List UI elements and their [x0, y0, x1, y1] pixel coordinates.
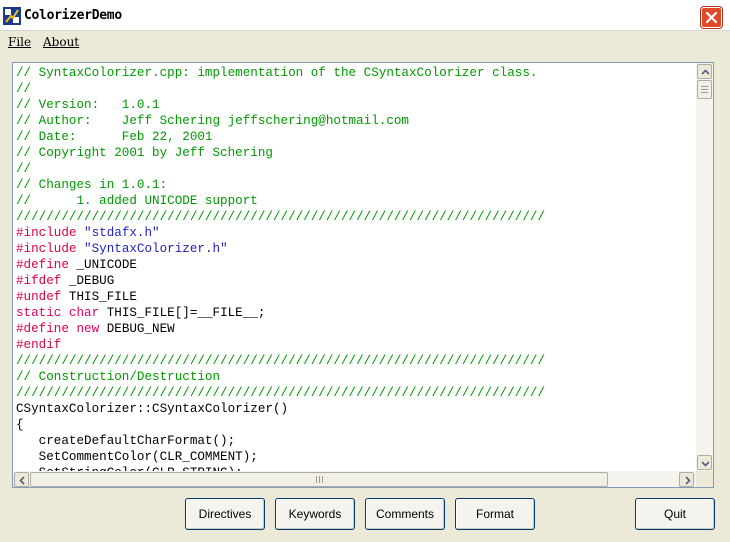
menu-about[interactable]: About [43, 35, 79, 49]
code-token-comment: ////////////////////////////////////////… [16, 354, 546, 368]
code-token-comment: ////////////////////////////////////////… [16, 210, 546, 224]
code-token-directive: #include [16, 242, 85, 256]
vertical-scroll-thumb[interactable] [697, 80, 712, 99]
code-line: // Version: 1.0.1 [16, 97, 696, 113]
code-line: CSyntaxColorizer::CSyntaxColorizer() [16, 401, 696, 417]
code-line: ////////////////////////////////////////… [16, 353, 696, 369]
scroll-up-button[interactable] [697, 64, 712, 79]
code-line: static char THIS_FILE[]=__FILE__; [16, 305, 696, 321]
code-line: #include "stdafx.h" [16, 225, 696, 241]
title-bar[interactable]: ColorizerDemo [0, 0, 730, 31]
code-token-normal: _UNICODE [76, 258, 137, 272]
menu-file[interactable]: File [8, 35, 31, 49]
code-token-comment: // Construction/Destruction [16, 370, 221, 384]
code-line: // Changes in 1.0.1: [16, 177, 696, 193]
code-token-normal: DEBUG_NEW [106, 322, 175, 336]
code-token-comment: // 1. added UNICODE support [16, 194, 258, 208]
arrow-down-icon [701, 461, 710, 467]
arrow-left-icon [19, 476, 25, 485]
code-token-directive: #ifdef [16, 274, 69, 288]
code-token-comment: // [16, 162, 32, 176]
horizontal-scroll-thumb[interactable] [30, 472, 608, 487]
code-line: // [16, 81, 696, 97]
code-token-comment: // SyntaxColorizer.cpp: implementation o… [16, 66, 538, 80]
code-token-directive: #undef [16, 290, 69, 304]
code-line: #ifdef _DEBUG [16, 273, 696, 289]
code-line: ////////////////////////////////////////… [16, 385, 696, 401]
quit-button[interactable]: Quit [635, 498, 715, 530]
thumb-grip [701, 86, 708, 94]
code-token-comment: // Date: Feb 22, 2001 [16, 130, 213, 144]
window-title: ColorizerDemo [24, 8, 122, 23]
format-button[interactable]: Format [455, 498, 535, 530]
code-token-normal: { [16, 418, 24, 432]
code-line: #include "SyntaxColorizer.h" [16, 241, 696, 257]
code-line: // SyntaxColorizer.cpp: implementation o… [16, 65, 696, 81]
code-line: createDefaultCharFormat(); [16, 433, 696, 449]
code-token-normal: createDefaultCharFormat(); [16, 434, 236, 448]
menu-file-label: File [8, 35, 32, 49]
scroll-left-button[interactable] [14, 472, 29, 487]
code-token-directive: #include [16, 226, 85, 240]
code-token-directive: #define [16, 322, 77, 336]
code-token-directive: #endif [16, 338, 62, 352]
comments-button[interactable]: Comments [365, 498, 445, 530]
horizontal-scrollbar[interactable] [13, 471, 696, 487]
close-icon [705, 11, 718, 24]
code-token-string: "SyntaxColorizer.h" [84, 242, 228, 256]
thumb-grip [316, 476, 324, 483]
code-token-keyword: char [68, 306, 107, 320]
code-line: // Construction/Destruction [16, 369, 696, 385]
code-line: SetCommentColor(CLR_COMMENT); [16, 449, 696, 465]
code-editor[interactable]: // SyntaxColorizer.cpp: implementation o… [12, 62, 714, 488]
code-text[interactable]: // SyntaxColorizer.cpp: implementation o… [16, 65, 696, 473]
arrow-right-icon [685, 476, 691, 485]
app-icon[interactable] [3, 7, 21, 25]
code-token-keyword: new [76, 322, 107, 336]
code-line: // [16, 161, 696, 177]
code-token-normal: SetCommentColor(CLR_COMMENT); [16, 450, 258, 464]
directives-button[interactable]: Directives [185, 498, 265, 530]
code-token-keyword: static [16, 306, 69, 320]
app-window: ColorizerDemo File About // SyntaxColori… [0, 0, 730, 542]
code-line: #define _UNICODE [16, 257, 696, 273]
scroll-down-button[interactable] [697, 455, 712, 470]
code-line: // 1. added UNICODE support [16, 193, 696, 209]
code-line: // Date: Feb 22, 2001 [16, 129, 696, 145]
code-token-comment: // Changes in 1.0.1: [16, 178, 168, 192]
code-line: #endif [16, 337, 696, 353]
code-token-comment: ////////////////////////////////////////… [16, 386, 546, 400]
scrollbar-corner [696, 471, 713, 487]
code-line: // Author: Jeff Schering jeffschering@ho… [16, 113, 696, 129]
menu-about-label: About [43, 35, 80, 49]
code-line: #define new DEBUG_NEW [16, 321, 696, 337]
scroll-right-button[interactable] [679, 472, 694, 487]
code-line: #undef THIS_FILE [16, 289, 696, 305]
keywords-button[interactable]: Keywords [275, 498, 355, 530]
code-token-comment: // Version: 1.0.1 [16, 98, 160, 112]
code-token-comment: // Copyright 2001 by Jeff Schering [16, 146, 273, 160]
menu-bar: File About [0, 31, 730, 53]
code-token-directive: #define [16, 258, 77, 272]
code-token-comment: // Author: Jeff Schering jeffschering@ho… [16, 114, 409, 128]
code-token-normal: _DEBUG [68, 274, 115, 288]
close-button[interactable] [701, 7, 722, 28]
code-token-normal: THIS_FILE [68, 290, 137, 304]
vertical-scrollbar[interactable] [696, 63, 713, 471]
code-token-normal: THIS_FILE[]=__FILE__; [106, 306, 266, 320]
code-line: { [16, 417, 696, 433]
code-line: ////////////////////////////////////////… [16, 209, 696, 225]
code-line: // Copyright 2001 by Jeff Schering [16, 145, 696, 161]
code-token-string: "stdafx.h" [84, 226, 160, 240]
code-token-comment: // [16, 82, 32, 96]
code-token-normal: CSyntaxColorizer::CSyntaxColorizer() [16, 402, 289, 416]
arrow-up-icon [701, 69, 710, 75]
